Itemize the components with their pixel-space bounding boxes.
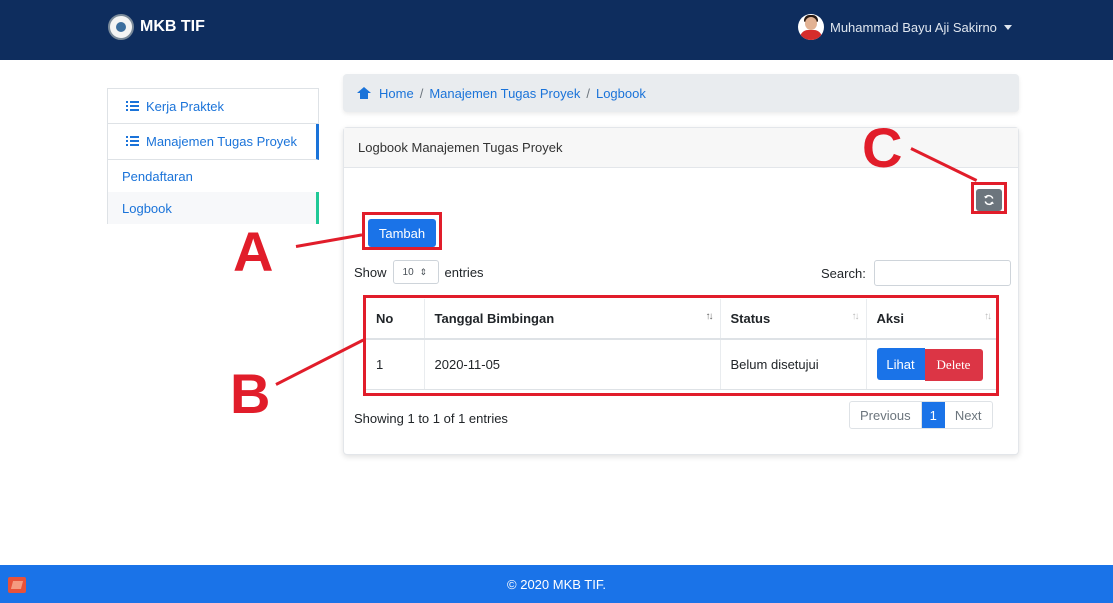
entries-label: entries [444,264,484,280]
select-arrows-icon: ⇕ [419,266,428,277]
entries-length: Show 10 ⇕ entries [354,260,484,284]
sidebar: Kerja Praktek Manajemen Tugas Proyek Pen… [107,88,319,224]
annotation-label-b: B [230,362,271,425]
breadcrumb: Home / Manajemen Tugas Proyek / Logbook [343,74,1019,112]
search-label: Search: [821,265,866,281]
breadcrumb-section[interactable]: Manajemen Tugas Proyek [429,86,580,101]
breadcrumb-current[interactable]: Logbook [596,86,646,101]
university-logo-icon [108,14,134,40]
pagination: Previous 1 Next [849,401,993,429]
annotation-box-a [362,212,442,250]
sidebar-item-manajemen-tugas-proyek[interactable]: Manajemen Tugas Proyek [107,124,319,160]
user-name: Muhammad Bayu Aji Sakirno [830,19,997,35]
user-menu[interactable]: Muhammad Bayu Aji Sakirno [798,14,1012,40]
card-title: Logbook Manajemen Tugas Proyek [344,128,1018,168]
search-input[interactable] [873,260,1011,286]
sidebar-subitem-pendaftaran[interactable]: Pendaftaran [107,160,319,192]
sidebar-subitem-label: Logbook [122,200,172,216]
pagination-previous[interactable]: Previous [850,402,922,428]
footer: © 2020 MKB TIF. [0,565,1113,603]
annotation-box-b [363,295,999,396]
breadcrumb-home[interactable]: Home [379,86,414,101]
brand[interactable]: MKB TIF [108,14,205,40]
footer-text: © 2020 MKB TIF. [507,576,606,592]
pagination-page[interactable]: 1 [921,402,945,428]
app-corner-icon[interactable] [8,577,26,593]
entries-select[interactable]: 10 ⇕ [392,260,439,284]
chevron-down-icon [1003,24,1012,30]
sidebar-subitem-label: Pendaftaran [122,168,193,184]
sidebar-item-kerja-praktek[interactable]: Kerja Praktek [107,88,319,124]
entries-select-value: 10 [402,266,414,278]
list-check-icon [126,100,139,112]
home-icon [357,87,371,99]
logbook-card: Logbook Manajemen Tugas Proyek Tambah Sh… [343,127,1019,455]
search-group: Search: [821,260,1011,286]
breadcrumb-separator: / [419,85,424,101]
list-check-icon [126,136,139,147]
sidebar-item-label: Kerja Praktek [146,98,225,114]
show-label: Show [354,264,387,280]
top-navbar: MKB TIF Muhammad Bayu Aji Sakirno [0,0,1113,60]
sidebar-subitem-logbook[interactable]: Logbook [107,192,319,224]
sidebar-item-label: Manajemen Tugas Proyek [146,134,298,149]
annotation-label-c: C [862,116,903,179]
avatar [798,14,824,40]
annotation-label-a: A [233,220,274,283]
brand-title: MKB TIF [140,18,205,35]
table-info: Showing 1 to 1 of 1 entries [354,411,508,426]
breadcrumb-separator: / [586,85,590,101]
annotation-box-c [971,182,1007,214]
pagination-next[interactable]: Next [945,402,992,428]
